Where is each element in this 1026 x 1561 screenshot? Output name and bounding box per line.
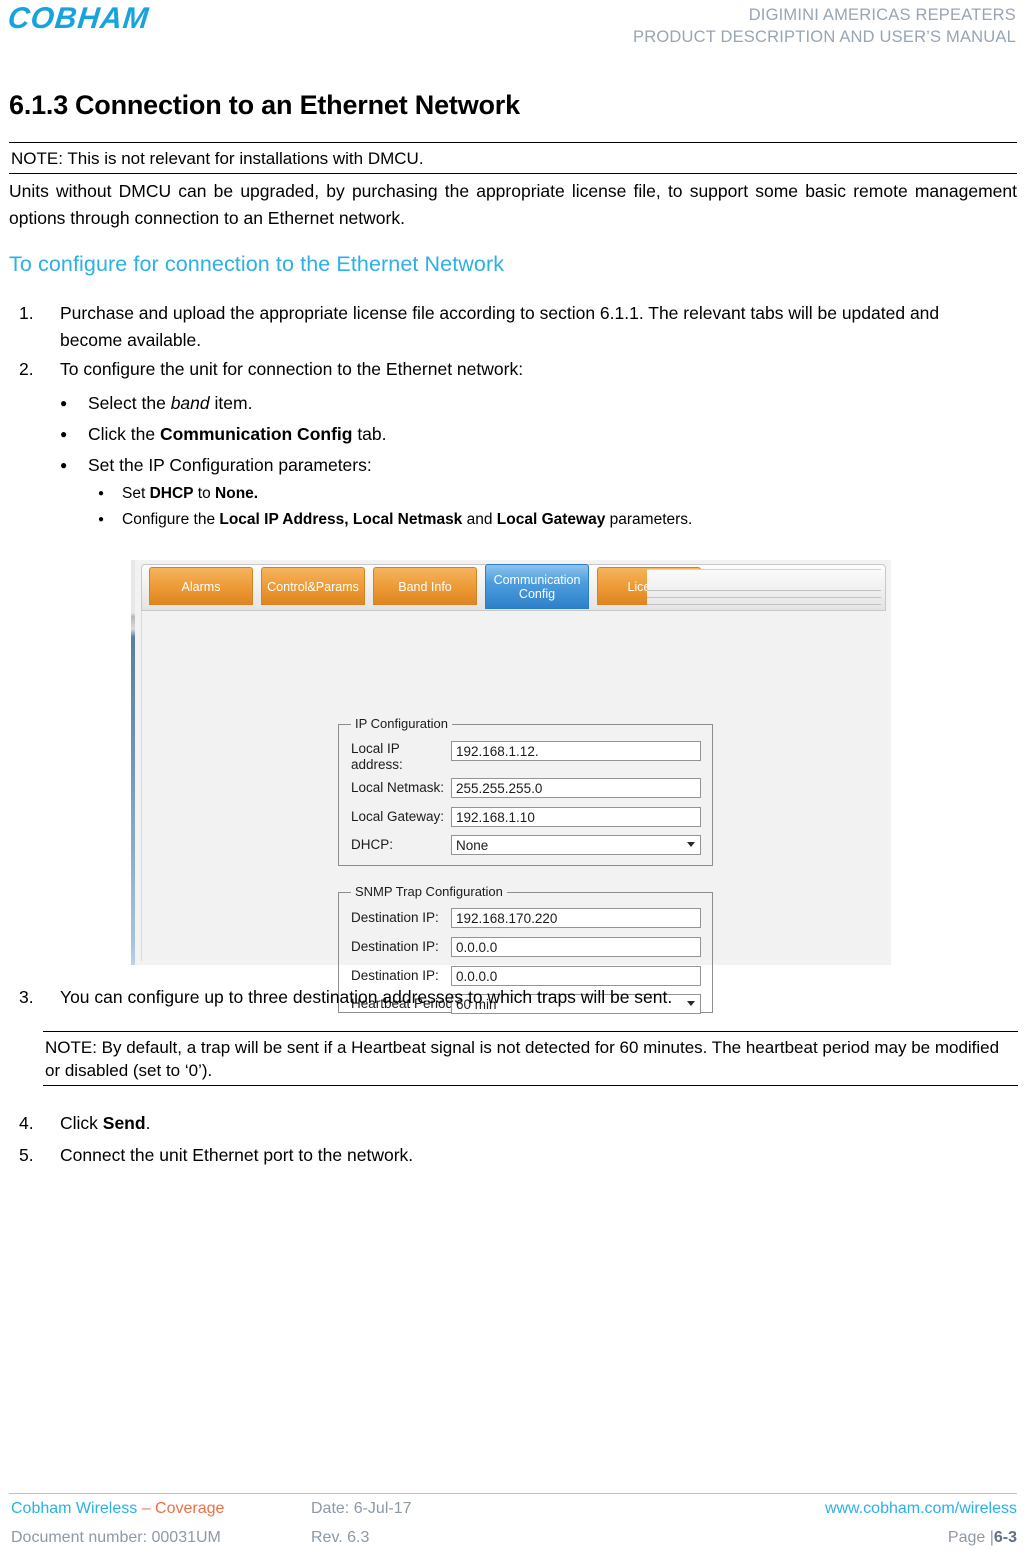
step-2: 2. To configure the unit for connection …: [19, 356, 979, 383]
step-2-text: To configure the unit for connection to …: [60, 359, 524, 379]
bullet-click-comm-config: ● Click the Communication Config tab.: [60, 421, 960, 448]
destination-ip-2-label: Destination IP:: [351, 939, 439, 954]
bullet-dot-icon: ●: [60, 427, 68, 441]
section-title: Connection to an Ethernet Network: [75, 90, 520, 120]
ip-configuration-group: IP Configuration Local IP address: 192.1…: [338, 716, 713, 866]
header-line-2: PRODUCT DESCRIPTION AND USER’S MANUAL: [633, 28, 1016, 46]
local-gateway-input[interactable]: 192.168.1.10: [451, 807, 701, 827]
subbullet-set-dhcp-text: Set DHCP to None.: [122, 485, 259, 502]
footer-company: Cobham Wireless – Coverage: [11, 1500, 225, 1517]
dhcp-select-value: None: [456, 838, 489, 853]
local-ip-label: Local IP address:: [351, 741, 403, 772]
footer-doc-number: Document number: 00031UM: [11, 1529, 221, 1546]
subbullet-set-dhcp: ● Set DHCP to None.: [98, 482, 978, 506]
tab-list: Alarms Control&Params Band Info Communic…: [149, 564, 709, 609]
bullet-click-comm-config-text: Click the Communication Config tab.: [88, 424, 387, 444]
section-number: 6.1.3: [9, 90, 69, 120]
step-1-text: Purchase and upload the appropriate lice…: [60, 303, 940, 350]
tab-strip: Alarms Control&Params Band Info Communic…: [141, 564, 886, 611]
step-4-marker: 4.: [19, 1113, 34, 1133]
chevron-down-icon: [687, 842, 695, 847]
step-5: 5. Connect the unit Ethernet port to the…: [19, 1142, 979, 1169]
tab-content-panel: IP Configuration Local IP address: 192.1…: [141, 611, 886, 1014]
intro-paragraph: Units without DMCU can be upgraded, by p…: [9, 181, 1017, 228]
dhcp-select[interactable]: None: [451, 835, 701, 855]
footer-date: Date: 6-Jul-17: [311, 1500, 412, 1517]
destination-ip-3-input[interactable]: 0.0.0.0: [451, 966, 701, 986]
document-footer: Cobham Wireless – Coverage Date: 6-Jul-1…: [9, 1493, 1017, 1552]
tab-control-params-label: Control&Params: [267, 579, 359, 594]
document-header: COBHAM DIGIMINI AMERICAS REPEATERS PRODU…: [0, 0, 1026, 62]
destination-ip-2-input[interactable]: 0.0.0.0: [451, 937, 701, 957]
destination-ip-1-label: Destination IP:: [351, 910, 439, 925]
local-ip-input[interactable]: 192.168.1.12.: [451, 741, 701, 761]
footer-website[interactable]: www.cobham.com/wireless: [825, 1494, 1017, 1523]
local-netmask-input[interactable]: 255.255.255.0: [451, 778, 701, 798]
local-netmask-label: Local Netmask:: [351, 780, 445, 795]
field-row-local-netmask: Local Netmask: 255.255.255.0: [351, 778, 704, 800]
subbullet-configure-local-text: Configure the Local IP Address, Local Ne…: [122, 511, 693, 528]
cobham-logo: COBHAM: [6, 2, 151, 35]
bullet-set-ip-params-text: Set the IP Configuration parameters:: [88, 455, 372, 475]
subbullet-configure-local: ● Configure the Local IP Address, Local …: [98, 508, 978, 532]
document-page: COBHAM DIGIMINI AMERICAS REPEATERS PRODU…: [0, 0, 1026, 1561]
bullet-dot-icon: ●: [60, 396, 68, 410]
screenshot-body: Alarms Control&Params Band Info Communic…: [135, 560, 891, 1014]
step-5-text: Connect the unit Ethernet port to the ne…: [60, 1145, 414, 1165]
bullet-set-ip-params: ● Set the IP Configuration parameters:: [60, 452, 960, 479]
tab-alarms[interactable]: Alarms: [149, 567, 253, 605]
dhcp-label: DHCP:: [351, 837, 394, 852]
note-box-dmcu: NOTE: This is not relevant for installat…: [9, 142, 1017, 174]
footer-page: Page |6-3: [947, 1529, 1017, 1546]
step-3-marker: 3.: [19, 987, 34, 1007]
destination-ip-3-label: Destination IP:: [351, 968, 439, 983]
step-5-marker: 5.: [19, 1145, 34, 1165]
tab-communication-config-label: Communication Config: [493, 572, 581, 601]
field-row-destination-ip-2: Destination IP: 0.0.0.0: [351, 937, 704, 959]
header-line-1: DIGIMINI AMERICAS REPEATERS: [748, 6, 1016, 24]
bullet-dot-icon: ●: [98, 488, 105, 499]
header-title-block: DIGIMINI AMERICAS REPEATERS PRODUCT DESC…: [633, 4, 1016, 48]
ip-configuration-legend: IP Configuration: [351, 716, 452, 731]
bullet-select-band-text: Select the band item.: [88, 393, 253, 413]
tab-communication-config[interactable]: Communication Config: [485, 564, 589, 609]
footer-row-1: Cobham Wireless – Coverage Date: 6-Jul-1…: [9, 1494, 1017, 1523]
bullet-dot-icon: ●: [60, 458, 68, 472]
subsection-heading: To configure for connection to the Ether…: [9, 252, 505, 276]
footer-row-2: Document number: 00031UM Rev. 6.3 Page |…: [9, 1523, 1017, 1552]
tab-band-info[interactable]: Band Info: [373, 567, 477, 605]
destination-ip-1-input[interactable]: 192.168.170.220: [451, 908, 701, 928]
field-row-local-gateway: Local Gateway: 192.168.1.10: [351, 807, 704, 829]
snmp-trap-configuration-legend: SNMP Trap Configuration: [351, 884, 507, 899]
footer-revision: Rev. 6.3: [311, 1529, 370, 1546]
field-row-destination-ip-1: Destination IP: 192.168.170.220: [351, 908, 704, 930]
field-row-local-ip: Local IP address: 192.168.1.12.: [351, 741, 704, 772]
step-1-marker: 1.: [19, 303, 34, 323]
bullet-select-band: ● Select the band item.: [60, 390, 960, 417]
step-3: 3. You can configure up to three destina…: [19, 984, 979, 1011]
step-4-text: Click Send.: [60, 1113, 151, 1133]
tab-alarms-label: Alarms: [181, 579, 221, 594]
field-row-dhcp: DHCP: None: [351, 835, 704, 857]
step-1: 1. Purchase and upload the appropriate l…: [19, 300, 979, 354]
step-2-marker: 2.: [19, 359, 34, 379]
local-gateway-label: Local Gateway:: [351, 809, 445, 824]
section-heading: 6.1.3 Connection to an Ethernet Network: [9, 90, 520, 121]
tab-strip-filler: [647, 569, 881, 608]
tab-band-info-label: Band Info: [398, 579, 452, 594]
step-3-text: You can configure up to three destinatio…: [60, 987, 673, 1007]
tab-control-params[interactable]: Control&Params: [261, 567, 365, 605]
note-box-heartbeat: NOTE: By default, a trap will be sent if…: [43, 1031, 1018, 1086]
bullet-dot-icon: ●: [98, 514, 105, 525]
application-screenshot: Alarms Control&Params Band Info Communic…: [131, 560, 891, 1014]
step-4: 4. Click Send.: [19, 1110, 979, 1137]
